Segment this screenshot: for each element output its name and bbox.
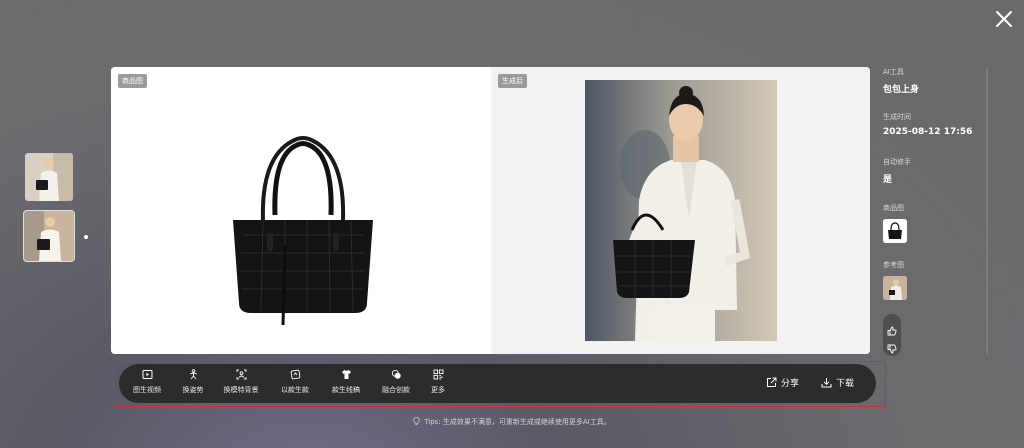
reference-image-label: 参考图 [883,261,904,269]
reference-image-thumbnail[interactable] [883,276,907,300]
image-compare-card: 商品图 生成后 [111,67,870,354]
download-icon [821,378,832,388]
download-button[interactable]: 下载 [821,376,854,389]
close-icon [996,11,1012,27]
lightbulb-icon [413,417,420,425]
product-image-pane: 商品图 [111,67,491,354]
thumbs-up-button[interactable] [887,321,897,336]
share-icon [767,377,777,387]
thumbnail-1[interactable] [25,153,73,201]
fusion-icon [391,369,401,379]
download-label: 下载 [836,379,855,389]
video-icon [142,370,152,379]
ai-tool-label: AI工具 [883,68,904,76]
thumbnail-image [24,211,74,261]
reference-thumbnail-image [883,276,907,300]
thumbnail-2-selected[interactable] [23,210,75,262]
panel-scrollbar[interactable] [986,67,988,354]
tool-style-to-lineart[interactable]: 款生线稿 [329,369,363,395]
thumbs-down-button[interactable] [887,339,897,354]
auto-hand-fix-label: 自动修手 [883,158,911,166]
model-scan-icon [236,369,246,380]
auto-hand-fix-value: 是 [883,175,893,185]
handbag-image [233,136,373,326]
style-icon [290,369,300,380]
tool-change-pose[interactable]: 换姿势 [180,369,206,395]
tool-fusion-create[interactable]: 融合创款 [379,369,413,395]
product-image-label: 商品图 [883,204,904,212]
tool-label: 以款生款 [281,386,309,394]
close-button[interactable] [994,9,1014,29]
generated-image-pane: 生成后 [491,67,870,354]
tool-label: 换模特背景 [223,386,259,394]
ai-tool-value: 包包上身 [883,85,920,95]
tool-label: 更多 [431,386,445,394]
tips-text: Tips: 生成效果不满意，可重新生成或继续使用更多AI工具。 [424,418,611,426]
share-label: 分享 [781,379,800,389]
thumbs-up-icon [887,326,897,336]
generated-time-label: 生成时间 [883,113,911,121]
action-toolbar: 图生视频 换姿势 换模特背景 以款生款 款生线稿 融合创款 更多 分享 下载 [119,364,876,403]
tool-label: 换姿势 [182,386,204,394]
thumbs-down-icon [887,344,897,354]
generated-model-image [585,80,777,341]
grid-icon [433,369,443,380]
thumbnail-image [25,153,73,201]
pose-icon [189,369,197,380]
tool-more[interactable]: 更多 [429,369,447,395]
tool-image-to-video[interactable]: 图生视频 [130,369,164,395]
product-image-thumbnail[interactable] [883,219,907,243]
share-button[interactable]: 分享 [766,376,799,389]
generated-image-tag: 生成后 [498,74,527,88]
selection-indicator [84,235,88,239]
tool-label: 图生视频 [133,386,161,394]
shirt-icon [341,370,351,379]
tool-style-to-style[interactable]: 以款生款 [278,369,312,395]
feedback-group [883,314,901,356]
handbag-thumbnail-image [883,219,907,243]
tips-line: Tips: 生成效果不满意，可重新生成或继续使用更多AI工具。 [0,417,1024,427]
tool-label: 融合创款 [382,386,410,394]
generated-time-value: 2025-08-12 17:56 [883,127,973,137]
product-image-tag: 商品图 [118,74,147,88]
tool-label: 款生线稿 [332,386,360,394]
tool-change-model-background[interactable]: 换模特背景 [220,369,262,395]
